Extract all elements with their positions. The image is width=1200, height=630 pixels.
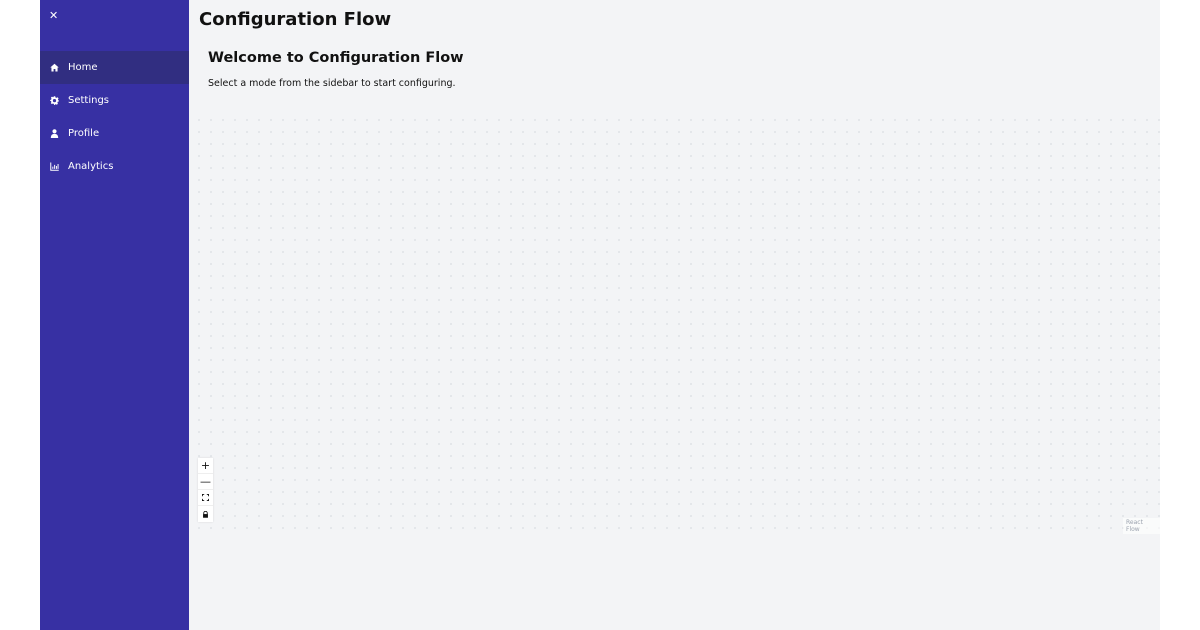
sidebar-nav: Home Settings Profile Analytics (40, 51, 189, 183)
sidebar-item-label: Analytics (68, 161, 114, 172)
zoom-in-button[interactable]: + (198, 458, 213, 474)
main-content: Configuration Flow Welcome to Configurat… (189, 0, 1160, 630)
sidebar-item-settings[interactable]: Settings (40, 84, 189, 117)
lock-icon (202, 510, 209, 518)
sidebar-item-label: Profile (68, 128, 100, 139)
sidebar-item-profile[interactable]: Profile (40, 117, 189, 150)
user-icon (49, 129, 59, 139)
gear-icon (49, 96, 59, 106)
zoom-out-button[interactable]: — (198, 474, 213, 490)
close-icon[interactable]: ✕ (40, 0, 189, 32)
welcome-text: Select a mode from the sidebar to start … (208, 78, 456, 89)
sidebar-item-home[interactable]: Home (40, 51, 189, 84)
fit-view-icon (202, 494, 209, 501)
fit-view-button[interactable] (198, 490, 213, 506)
flow-canvas[interactable] (189, 110, 1160, 530)
page-title: Configuration Flow (199, 9, 392, 30)
sidebar-item-analytics[interactable]: Analytics (40, 150, 189, 183)
sidebar-item-label: Home (68, 62, 98, 73)
lock-button[interactable] (198, 506, 213, 522)
sidebar-item-label: Settings (68, 95, 110, 106)
home-icon (49, 63, 59, 73)
chart-icon (49, 162, 59, 172)
react-flow-attribution[interactable]: React Flow (1123, 518, 1160, 534)
app: ✕ Home Settings Profile Analytics Config… (40, 0, 1160, 630)
sidebar: ✕ Home Settings Profile Analytics (40, 0, 189, 630)
flow-controls: + — (198, 458, 213, 522)
welcome-title: Welcome to Configuration Flow (208, 50, 464, 66)
